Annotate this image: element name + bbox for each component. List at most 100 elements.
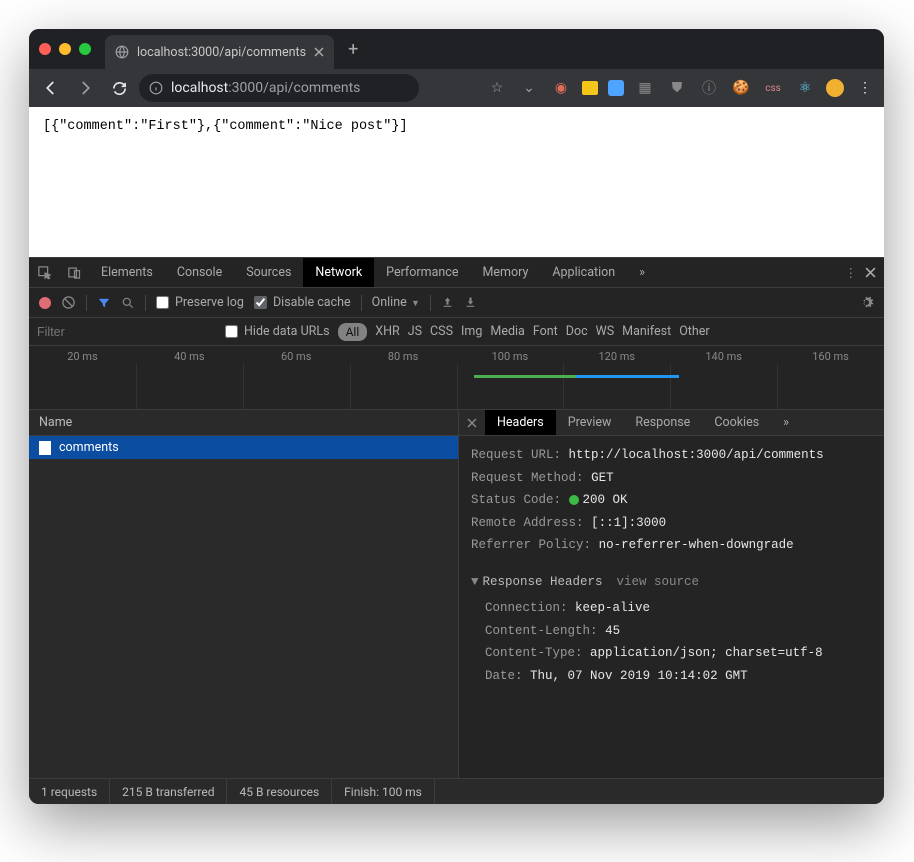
back-button[interactable]: [37, 74, 65, 102]
disable-cache-label: Disable cache: [273, 295, 351, 310]
extension-ghost-icon[interactable]: [608, 80, 624, 96]
bookmark-star-icon[interactable]: ☆: [486, 77, 508, 99]
page-content[interactable]: [{"comment":"First"},{"comment":"Nice po…: [29, 107, 884, 257]
upload-har-button[interactable]: [441, 296, 454, 309]
inspect-element-button[interactable]: [29, 258, 59, 287]
shield-icon[interactable]: ◉: [550, 77, 572, 99]
devtools-tab-memory[interactable]: Memory: [470, 258, 540, 287]
status-finish: Finish: 100 ms: [332, 779, 435, 804]
extension-gray-icon[interactable]: ▦: [634, 77, 656, 99]
details-tab-headers[interactable]: Headers: [485, 410, 556, 435]
window-titlebar: localhost:3000/api/comments +: [29, 29, 884, 69]
filter-type-other[interactable]: Other: [679, 324, 709, 339]
clear-button[interactable]: [61, 295, 76, 310]
browser-toolbar: localhost:3000/api/comments ☆ ⌄ ◉ ▦ ⛊ ⓘ …: [29, 69, 884, 107]
site-info-icon[interactable]: [149, 81, 163, 95]
new-tab-button[interactable]: +: [348, 39, 358, 60]
address-bar[interactable]: localhost:3000/api/comments: [139, 74, 419, 102]
network-timeline[interactable]: 20 ms 40 ms 60 ms 80 ms 100 ms 120 ms 14…: [29, 346, 884, 410]
extension-avatar-icon[interactable]: [826, 79, 844, 97]
devtools-close-button[interactable]: [865, 267, 876, 278]
throttle-select[interactable]: Online ▼: [372, 295, 420, 310]
filter-toggle-button[interactable]: [97, 296, 111, 310]
filter-type-all[interactable]: All: [338, 323, 368, 341]
disable-cache-checkbox[interactable]: Disable cache: [254, 295, 351, 310]
filter-type-css[interactable]: CSS: [430, 324, 453, 339]
devtools-tab-performance[interactable]: Performance: [374, 258, 470, 287]
device-toolbar-button[interactable]: [59, 258, 89, 287]
filter-type-js[interactable]: JS: [408, 324, 422, 339]
devtools-tab-network[interactable]: Network: [303, 258, 374, 287]
header-key: Remote Address:: [471, 516, 584, 530]
devtools-tab-application[interactable]: Application: [540, 258, 627, 287]
extension-info-icon[interactable]: ⓘ: [698, 77, 720, 99]
devtools-menu-button[interactable]: ⋮: [845, 265, 858, 281]
network-filter-bar: Hide data URLs All XHR JS CSS Img Media …: [29, 318, 884, 346]
header-key: Date:: [485, 669, 523, 683]
view-source-link[interactable]: view source: [617, 575, 700, 589]
network-body: Name comments Headers Preview Response: [29, 410, 884, 778]
preserve-log-label: Preserve log: [175, 295, 244, 310]
response-headers-section[interactable]: ▼Response Headersview source: [471, 571, 872, 594]
tab-close-button[interactable]: [314, 47, 324, 57]
filter-input[interactable]: [37, 325, 217, 339]
browser-menu-button[interactable]: ⋮: [854, 77, 876, 99]
header-key: Connection:: [485, 601, 568, 615]
timeline-tick: 20 ms: [29, 350, 136, 363]
devtools-tab-elements[interactable]: Elements: [89, 258, 165, 287]
download-har-button[interactable]: [464, 296, 477, 309]
pocket-icon[interactable]: ⌄: [518, 77, 540, 99]
network-status-bar: 1 requests 215 B transferred 45 B resour…: [29, 778, 884, 804]
window-maximize-button[interactable]: [79, 43, 91, 55]
request-name: comments: [59, 440, 119, 455]
header-value: application/json; charset=utf-8: [590, 646, 823, 660]
hide-data-urls-checkbox[interactable]: Hide data URLs: [225, 324, 330, 339]
status-dot-icon: [569, 495, 579, 505]
network-settings-button[interactable]: [859, 295, 874, 310]
search-button[interactable]: [121, 296, 135, 310]
react-devtools-icon[interactable]: ⚛: [794, 77, 816, 99]
filter-type-font[interactable]: Font: [533, 324, 558, 339]
request-row[interactable]: comments: [29, 436, 458, 459]
window-controls: [39, 43, 91, 55]
devtools-tab-sources[interactable]: Sources: [234, 258, 303, 287]
extension-yellow-icon[interactable]: [582, 81, 598, 95]
details-tab-cookies[interactable]: Cookies: [702, 410, 771, 435]
devtools-tab-console[interactable]: Console: [165, 258, 234, 287]
devtools-tab-bar: Elements Console Sources Network Perform…: [29, 258, 884, 288]
header-value: keep-alive: [575, 601, 650, 615]
details-tabs-overflow[interactable]: »: [771, 410, 801, 435]
browser-tab[interactable]: localhost:3000/api/comments: [105, 35, 334, 69]
reload-button[interactable]: [105, 74, 133, 102]
document-icon: [39, 441, 51, 455]
details-close-button[interactable]: [459, 410, 485, 435]
preserve-log-checkbox[interactable]: Preserve log: [156, 295, 244, 310]
headers-panel[interactable]: Request URL: http://localhost:3000/api/c…: [459, 436, 884, 778]
window-close-button[interactable]: [39, 43, 51, 55]
header-key: Referrer Policy:: [471, 538, 591, 552]
filter-type-xhr[interactable]: XHR: [375, 324, 399, 339]
header-key: Content-Length:: [485, 624, 598, 638]
status-resources: 45 B resources: [227, 779, 332, 804]
request-list: Name comments: [29, 410, 459, 778]
extension-cookie-icon[interactable]: 🍪: [730, 77, 752, 99]
filter-type-manifest[interactable]: Manifest: [622, 324, 671, 339]
details-tab-preview[interactable]: Preview: [556, 410, 624, 435]
extension-ublock-icon[interactable]: ⛊: [666, 77, 688, 99]
devtools-tabs-overflow[interactable]: »: [627, 258, 657, 287]
tab-title: localhost:3000/api/comments: [137, 45, 306, 60]
details-tab-response[interactable]: Response: [623, 410, 702, 435]
request-list-header[interactable]: Name: [29, 410, 458, 436]
filter-type-img[interactable]: Img: [461, 324, 482, 339]
extension-css-icon[interactable]: css: [762, 77, 784, 99]
filter-type-media[interactable]: Media: [490, 324, 524, 339]
timeline-tick: 140 ms: [670, 350, 777, 363]
forward-button[interactable]: [71, 74, 99, 102]
record-button[interactable]: [39, 297, 51, 309]
filter-type-ws[interactable]: WS: [596, 324, 615, 339]
devtools-panel: Elements Console Sources Network Perform…: [29, 257, 884, 804]
timeline-tick: 100 ms: [457, 350, 564, 363]
header-key: Content-Type:: [485, 646, 583, 660]
window-minimize-button[interactable]: [59, 43, 71, 55]
filter-type-doc[interactable]: Doc: [566, 324, 588, 339]
